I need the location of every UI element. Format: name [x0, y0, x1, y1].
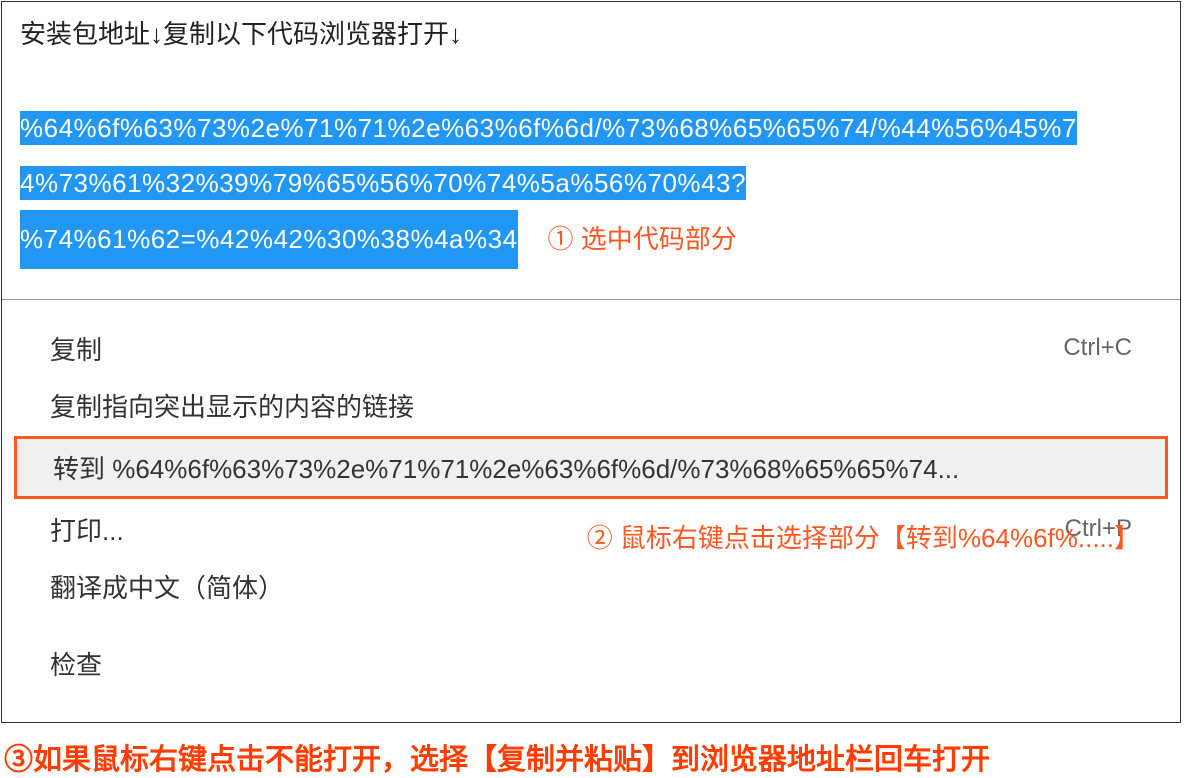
menu-copy-link-label: 复制指向突出显示的内容的链接 — [50, 387, 414, 424]
menu-translate-label: 翻译成中文（简体） — [50, 568, 284, 605]
code-section: 安装包地址↓复制以下代码浏览器打开↓ %64%6f%63%73%2e%71%71… — [2, 2, 1180, 300]
annotation-step-2: ② 鼠标右键点击选择部分【转到%64%6f%.....】 — [587, 518, 1140, 555]
menu-copy-label: 复制 — [50, 330, 102, 367]
url-code-block[interactable]: %64%6f%63%73%2e%71%71%2e%63%6f%6d/%73%68… — [20, 101, 1162, 269]
menu-inspect-label: 检查 — [50, 645, 102, 682]
menu-copy-shortcut: Ctrl+C — [1063, 334, 1132, 362]
annotation-step-1: ① 选中代码部分 — [548, 212, 737, 267]
annotation-step-3: ③如果鼠标右键点击不能打开，选择【复制并粘贴】到浏览器地址栏回车打开 — [0, 724, 1184, 778]
code-line-2[interactable]: 4%73%61%32%39%79%65%56%70%74%5a%56%70%43… — [20, 166, 746, 200]
menu-goto-label: 转到 %64%6f%63%73%2e%71%71%2e%63%6f%6d/%73… — [53, 449, 959, 486]
menu-inspect[interactable]: 检查 — [2, 635, 1180, 692]
menu-print-label: 打印... — [50, 511, 124, 548]
menu-copy[interactable]: 复制 Ctrl+C — [2, 320, 1180, 377]
menu-translate[interactable]: 翻译成中文（简体） — [2, 558, 1180, 615]
menu-goto[interactable]: 转到 %64%6f%63%73%2e%71%71%2e%63%6f%6d/%73… — [14, 436, 1168, 499]
menu-divider — [2, 615, 1180, 635]
context-menu: 复制 Ctrl+C 复制指向突出显示的内容的链接 转到 %64%6f%63%73… — [2, 300, 1180, 722]
code-line-3[interactable]: %74%61%62=%42%42%30%38%4a%34 — [20, 210, 518, 269]
menu-copy-link[interactable]: 复制指向突出显示的内容的链接 — [2, 377, 1180, 434]
main-container: 安装包地址↓复制以下代码浏览器打开↓ %64%6f%63%73%2e%71%71… — [1, 1, 1181, 723]
code-line-1[interactable]: %64%6f%63%73%2e%71%71%2e%63%6f%6d/%73%68… — [20, 111, 1077, 145]
section-title: 安装包地址↓复制以下代码浏览器打开↓ — [20, 14, 1162, 51]
